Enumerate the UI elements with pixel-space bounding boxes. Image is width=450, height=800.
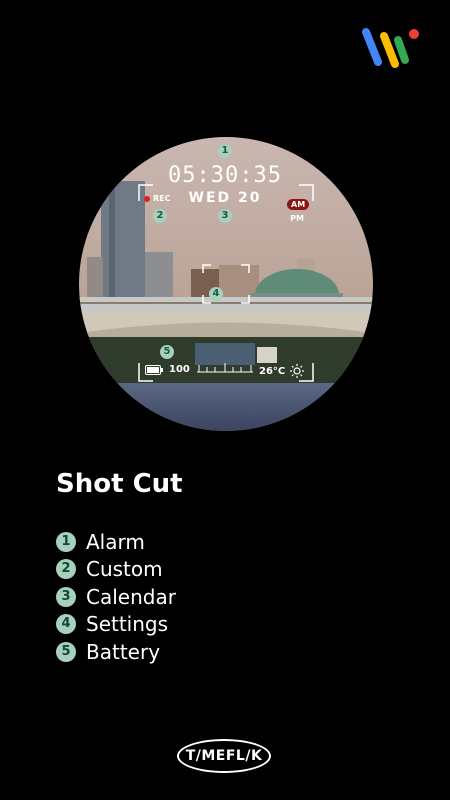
shortcut-marker-4[interactable]: 4 xyxy=(209,287,223,301)
shortcut-marker-1[interactable]: 1 xyxy=(218,144,232,158)
shortcut-marker-3[interactable]: 3 xyxy=(218,209,232,223)
rec-label: REC xyxy=(153,194,171,203)
sun-icon xyxy=(290,364,305,378)
shortcut-item-custom: 2 Custom xyxy=(56,556,176,584)
shortcut-number-badge: 3 xyxy=(56,586,76,607)
am-badge: AM xyxy=(287,199,310,210)
shortcut-label: Battery xyxy=(86,639,161,664)
watch-face-title: Shot Cut xyxy=(56,469,183,499)
shortcut-label: Calendar xyxy=(86,584,176,609)
am-pm-indicator: AM PM xyxy=(287,194,310,223)
shortcut-label: Settings xyxy=(86,612,169,637)
shortcut-item-battery: 5 Battery xyxy=(56,638,176,666)
shortcut-number-badge: 5 xyxy=(56,641,76,662)
rec-dot-icon xyxy=(144,195,150,202)
shortcut-number-badge: 4 xyxy=(56,614,76,635)
shortcut-label: Custom xyxy=(86,557,163,582)
shortcut-marker-2[interactable]: 2 xyxy=(153,209,167,223)
shortcut-item-alarm: 1 Alarm xyxy=(56,528,176,556)
weather-complication: 26°C xyxy=(259,364,305,378)
battery-icon xyxy=(145,364,163,375)
battery-value: 100 xyxy=(169,364,190,375)
watch-date: WED 20 xyxy=(188,190,262,206)
shortcut-number-badge: 1 xyxy=(56,531,76,552)
shortcut-list: 1 Alarm 2 Custom 3 Calendar 4 Settings 5… xyxy=(56,528,176,666)
watch-time: 05:30:35 xyxy=(168,163,282,188)
temperature-value: 26°C xyxy=(259,365,286,377)
timeflik-logo: T/MEFL/K xyxy=(177,739,271,773)
shortcut-item-settings: 4 Settings xyxy=(56,611,176,639)
battery-complication: 100 xyxy=(145,364,190,375)
rec-indicator: REC xyxy=(144,194,171,203)
shortcut-label: Alarm xyxy=(86,529,145,554)
shortcut-item-calendar: 3 Calendar xyxy=(56,583,176,611)
wear-os-logo xyxy=(362,28,419,68)
shortcut-marker-5[interactable]: 5 xyxy=(160,345,174,359)
shortcut-number-badge: 2 xyxy=(56,559,76,580)
pm-label: PM xyxy=(290,214,304,223)
